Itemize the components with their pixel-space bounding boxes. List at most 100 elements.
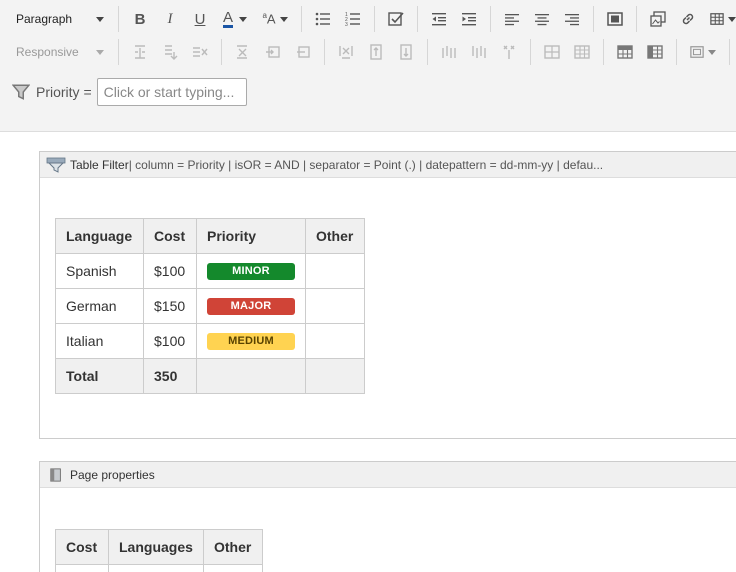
cut-icon (237, 45, 247, 59)
insert-link-button[interactable] (673, 5, 703, 33)
chevron-down-icon (279, 16, 288, 22)
italic-button[interactable]: I (155, 5, 185, 33)
paste-row-button[interactable] (288, 38, 318, 66)
language-table: Language Cost Priority Other Spanish $10… (55, 218, 365, 394)
column-header-other[interactable]: Other (305, 218, 365, 254)
cell-cost[interactable]: $100 (143, 323, 197, 359)
cell-language[interactable]: Italian (55, 323, 144, 359)
bold-icon: B (134, 10, 146, 28)
cell-other[interactable] (305, 253, 365, 289)
align-center-button[interactable] (527, 5, 557, 33)
column-header-other[interactable]: Other (203, 529, 263, 565)
toolbar-row-2: Responsive (0, 35, 736, 69)
column-header-language[interactable]: Language (55, 218, 144, 254)
column-header-languages[interactable]: Languages (108, 529, 204, 565)
task-list-button[interactable] (381, 5, 411, 33)
priority-filter-input[interactable] (96, 78, 247, 106)
italic-icon: I (167, 10, 173, 27)
cell-cost[interactable]: $100 (143, 253, 197, 289)
total-empty-cell[interactable] (196, 358, 306, 394)
numbered-list-button[interactable]: 123 (338, 5, 368, 33)
underline-button[interactable]: U (185, 5, 215, 33)
status-badge: MINOR (207, 262, 295, 280)
chevron-down-icon (239, 16, 247, 22)
svg-text:3: 3 (345, 22, 348, 27)
align-left-button[interactable] (497, 5, 527, 33)
total-empty-cell[interactable] (305, 358, 365, 394)
column-paste-button[interactable] (391, 38, 421, 66)
cell-other[interactable] (305, 323, 365, 359)
table-filter-icon (46, 157, 66, 173)
outdent-button[interactable] (424, 5, 454, 33)
column-after-icon (472, 46, 486, 58)
responsive-select[interactable]: Responsive (0, 39, 112, 65)
column-before-icon (442, 46, 456, 58)
split-cells-button[interactable] (567, 38, 597, 66)
cell-priority[interactable]: MEDIUM (196, 323, 306, 359)
page-properties-table: Cost Languages Other (55, 529, 263, 572)
row-delete-button[interactable] (185, 38, 215, 66)
macro-header[interactable]: Table Filter | column = Priority | isOR … (40, 152, 736, 178)
insert-image-button[interactable] (643, 5, 673, 33)
macro-header[interactable]: Page properties (40, 462, 736, 488)
merge-cells-icon (544, 45, 560, 59)
text-format-button[interactable]: aA (255, 5, 295, 33)
align-left-icon (505, 14, 519, 26)
chevron-down-icon (96, 16, 104, 22)
align-right-button[interactable] (557, 5, 587, 33)
cell-other[interactable] (305, 288, 365, 324)
toolbar-divider (729, 39, 730, 65)
table-filter-macro[interactable]: Table Filter | column = Priority | isOR … (39, 151, 736, 439)
bullet-list-button[interactable] (308, 5, 338, 33)
cut-row-button[interactable] (228, 38, 258, 66)
total-label[interactable]: Total (55, 358, 144, 394)
merge-cells-button[interactable] (537, 38, 567, 66)
column-delete-button[interactable] (494, 38, 524, 66)
column-insert-after-button[interactable] (464, 38, 494, 66)
table-cell[interactable] (55, 564, 109, 572)
insert-table-button[interactable] (703, 5, 736, 33)
cell-priority[interactable]: MAJOR (196, 288, 306, 324)
toolbar-divider (676, 39, 677, 65)
column-header-cost[interactable]: Cost (55, 529, 109, 565)
bold-button[interactable]: B (125, 5, 155, 33)
cell-properties-button[interactable] (683, 38, 723, 66)
column-header-cost[interactable]: Cost (143, 218, 197, 254)
toolbar-row-1: Paragraph B I U A aA 123 (0, 2, 736, 36)
table-cell[interactable] (203, 564, 263, 572)
status-badge: MAJOR (207, 297, 295, 315)
indent-button[interactable] (454, 5, 484, 33)
column-copy-icon (370, 44, 382, 60)
cell-cost[interactable]: $150 (143, 288, 197, 324)
copy-row-button[interactable] (258, 38, 288, 66)
row-insert-below-button[interactable] (155, 38, 185, 66)
cell-language[interactable]: German (55, 288, 144, 324)
toolbar-divider (374, 6, 375, 32)
cell-priority[interactable]: MINOR (196, 253, 306, 289)
font-color-button[interactable]: A (215, 5, 255, 33)
toolbar-divider (118, 39, 119, 65)
toolbar-divider (530, 39, 531, 65)
column-cut-button[interactable] (331, 38, 361, 66)
chevron-down-icon (728, 16, 736, 22)
table-cell[interactable] (108, 564, 204, 572)
column-insert-before-button[interactable] (434, 38, 464, 66)
indent-icon (462, 13, 476, 26)
total-value[interactable]: 350 (143, 358, 197, 394)
page-layout-button[interactable] (600, 5, 630, 33)
column-header-priority[interactable]: Priority (196, 218, 306, 254)
cell-language[interactable]: Spanish (55, 253, 144, 289)
page-properties-icon (46, 467, 66, 483)
row-insert-above-button[interactable] (125, 38, 155, 66)
header-row-icon (617, 45, 633, 59)
layout-icon (607, 12, 623, 26)
table-header-row: Language Cost Priority Other (55, 218, 365, 254)
column-copy-button[interactable] (361, 38, 391, 66)
copy-row-icon (266, 46, 280, 58)
paragraph-style-select[interactable]: Paragraph (0, 6, 112, 32)
row-above-icon (135, 45, 145, 59)
header-row-button[interactable] (610, 38, 640, 66)
page-properties-macro[interactable]: Page properties Cost Languages Other (39, 461, 736, 572)
header-column-button[interactable] (640, 38, 670, 66)
font-color-icon: A (222, 8, 233, 28)
